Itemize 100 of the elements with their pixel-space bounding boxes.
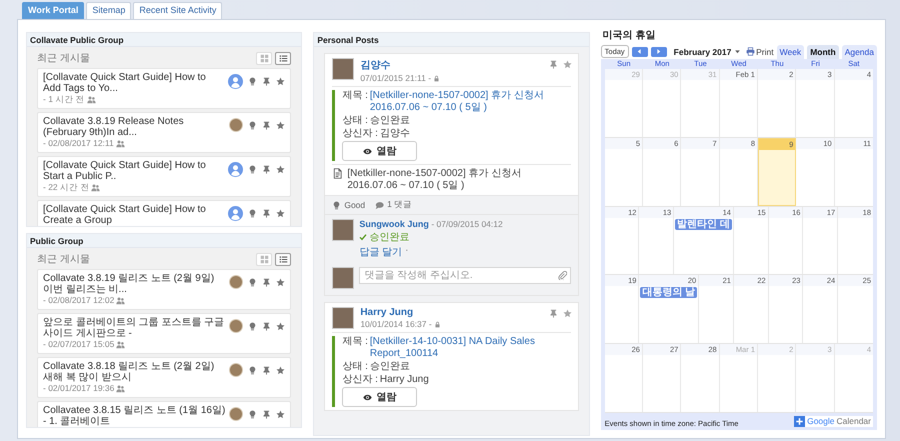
- author-name[interactable]: 김양수: [360, 58, 440, 72]
- star-icon[interactable]: [562, 309, 572, 318]
- star-icon[interactable]: [276, 278, 286, 286]
- post-card[interactable]: Collavate 3.8.18 릴리즈 노트 (2월 2일) 새해 복 많이 받으시 - 02/01/2017 19:36: [37, 357, 292, 398]
- comment-icon: [375, 200, 384, 210]
- star-icon[interactable]: [276, 165, 286, 174]
- lock-icon: [434, 320, 441, 328]
- widget-title: Collavate Public Group: [27, 33, 302, 47]
- post-card[interactable]: [Collavate Quick Start Guide] How to Create a Group: [37, 200, 292, 226]
- widget-title: Public Group: [27, 234, 302, 248]
- post-time: 07/01/2015 21:11 -: [360, 73, 432, 83]
- view-tab[interactable]: Week: [776, 44, 804, 58]
- post-time: - 02/08/2017 12:11: [43, 138, 114, 149]
- tab[interactable]: Recent Site Activity: [133, 2, 222, 19]
- list-icon: [278, 254, 288, 264]
- comment-author[interactable]: Sungwook Jung: [359, 219, 429, 229]
- field-label: 상신자 :: [342, 128, 378, 140]
- lightbulb-icon[interactable]: [248, 165, 258, 174]
- plus-icon: [794, 416, 806, 427]
- star-icon[interactable]: [276, 209, 286, 218]
- lightbulb-icon[interactable]: [248, 410, 258, 418]
- lightbulb-icon[interactable]: [248, 120, 258, 130]
- star-icon[interactable]: [276, 120, 286, 130]
- pin-icon[interactable]: [262, 209, 272, 218]
- approval-status: 승인완료: [369, 231, 410, 244]
- group-icon: [86, 95, 96, 104]
- comment-input[interactable]: 댓글을 작성해 주십시오.: [359, 267, 571, 284]
- post-card[interactable]: Collavate 3.8.19 릴리즈 노트 (2월 9일) 이번 릴리즈는 비... - 02/08/2017 12:02: [37, 269, 292, 310]
- eye-icon: [363, 146, 372, 156]
- avatar-placeholder: [229, 407, 244, 421]
- field-label: 상태 :: [342, 115, 368, 127]
- tab[interactable]: Sitemap: [86, 2, 132, 19]
- photo-placeholder: [332, 58, 354, 80]
- lightbulb-icon: [332, 200, 342, 210]
- star-icon[interactable]: [276, 322, 286, 330]
- post-card[interactable]: Collavatee 3.8.15 릴리즈 노트 (1월 16일) - 1. 콜러베이트: [37, 401, 292, 427]
- print-button[interactable]: Print: [746, 46, 774, 56]
- field-value: 김양수: [380, 128, 410, 140]
- post-card[interactable]: 앞으로 콜러베이트의 그룹 포스트를 구글 사이드 게시판으로 - - 02/07/2017 15:05: [37, 313, 292, 354]
- post-card[interactable]: [Collavate Quick Start Guide] How to Add Tags to Yo... - 1 시간 전: [37, 68, 292, 109]
- group-icon: [116, 384, 126, 393]
- lightbulb-icon[interactable]: [248, 77, 258, 86]
- author-name[interactable]: Harry Jung: [360, 307, 441, 318]
- post-title[interactable]: [Collavate Quick Start Guide] How to Start a Public P..: [43, 160, 224, 182]
- view-tab[interactable]: Agenda: [842, 44, 877, 58]
- pin-icon[interactable]: [262, 77, 272, 86]
- post-time: 10/01/2014 16:37 -: [360, 319, 432, 329]
- avatar-placeholder: [229, 319, 244, 333]
- avatar-placeholder: [229, 363, 244, 377]
- pin-icon[interactable]: [262, 165, 272, 174]
- view-button[interactable]: 열람: [342, 387, 418, 407]
- document-link[interactable]: [Netkiller-none-1507-0002] 휴가 신청서 2016.07.06 ~ 07.10 ( 5일 ): [370, 90, 571, 114]
- post-card[interactable]: [Collavate Quick Start Guide] How to Start a Public P.. - 22 시간 전: [37, 156, 292, 197]
- lightbulb-icon[interactable]: [248, 209, 258, 218]
- star-icon[interactable]: [276, 366, 286, 374]
- like-button[interactable]: Good: [332, 200, 366, 210]
- printer-icon: [746, 47, 756, 56]
- lightbulb-icon[interactable]: [248, 366, 258, 374]
- list-icon: [278, 54, 288, 62]
- dropdown-caret-icon[interactable]: [734, 48, 742, 55]
- lightbulb-icon[interactable]: [248, 322, 258, 330]
- comment-count[interactable]: 1 댓글: [375, 199, 412, 211]
- pin-icon[interactable]: [262, 120, 272, 130]
- previous-button[interactable]: [632, 46, 648, 56]
- list-view-button[interactable]: [275, 52, 292, 64]
- pin-icon[interactable]: [262, 410, 272, 418]
- pin-icon[interactable]: [548, 309, 558, 318]
- post-title[interactable]: Collavate 3.8.19 Release Notes (February 9th)In ad...: [43, 116, 226, 138]
- view-tab[interactable]: Month: [807, 44, 839, 58]
- avatar-placeholder: [229, 118, 244, 132]
- post-title[interactable]: Collavatee 3.8.15 릴리즈 노트 (1월 16일) - 1. 콜러베이트: [43, 405, 226, 427]
- document-link[interactable]: [Netkiller-14-10-0031] NA Daily Sales Report_100114: [370, 336, 571, 360]
- paperclip-icon: [558, 271, 567, 280]
- person-avatar-icon: [228, 162, 244, 177]
- star-icon[interactable]: [562, 60, 572, 69]
- pin-icon[interactable]: [262, 322, 272, 330]
- lightbulb-icon[interactable]: [248, 278, 258, 286]
- group-icon: [91, 183, 100, 192]
- right-arrow-icon: [655, 48, 662, 55]
- photo-placeholder: [332, 219, 354, 241]
- pin-icon[interactable]: [262, 278, 272, 286]
- star-icon[interactable]: [276, 77, 286, 86]
- reply-link[interactable]: 답글 달기: [359, 245, 402, 259]
- calendar-add-button[interactable]: Google Calendar: [794, 416, 873, 427]
- star-icon[interactable]: [276, 410, 286, 418]
- post-title[interactable]: [Collavate Quick Start Guide] How to Add Tags to Yo...: [43, 72, 224, 94]
- pin-icon[interactable]: [262, 366, 272, 374]
- view-button[interactable]: 열람: [342, 141, 418, 161]
- post-title[interactable]: 앞으로 콜러베이트의 그룹 포스트를 구글 사이드 게시판으로 -: [43, 317, 226, 339]
- post-card[interactable]: Collavate 3.8.19 Release Notes (February 9th)In ad... - 02/08/2017 12:11: [37, 112, 292, 153]
- list-view-button[interactable]: [275, 252, 292, 266]
- next-button[interactable]: [650, 46, 667, 56]
- post-title[interactable]: [Collavate Quick Start Guide] How to Create a Group: [43, 204, 224, 226]
- attachment-name[interactable]: [Netkiller-none-1507-0002] 휴가 신청서 2016.07.06 ~ 07.10 ( 5일 ): [347, 168, 571, 192]
- month-label: February 2017: [674, 46, 732, 56]
- grid-icon: [260, 254, 269, 264]
- post-title[interactable]: Collavate 3.8.19 릴리즈 노트 (2월 9일) 이번 릴리즈는 비...: [43, 273, 226, 295]
- post-title[interactable]: Collavate 3.8.18 릴리즈 노트 (2월 2일) 새해 복 많이 받으시: [43, 361, 226, 383]
- calendar-title: 미국의 휴일: [602, 29, 656, 43]
- pin-icon[interactable]: [548, 60, 558, 69]
